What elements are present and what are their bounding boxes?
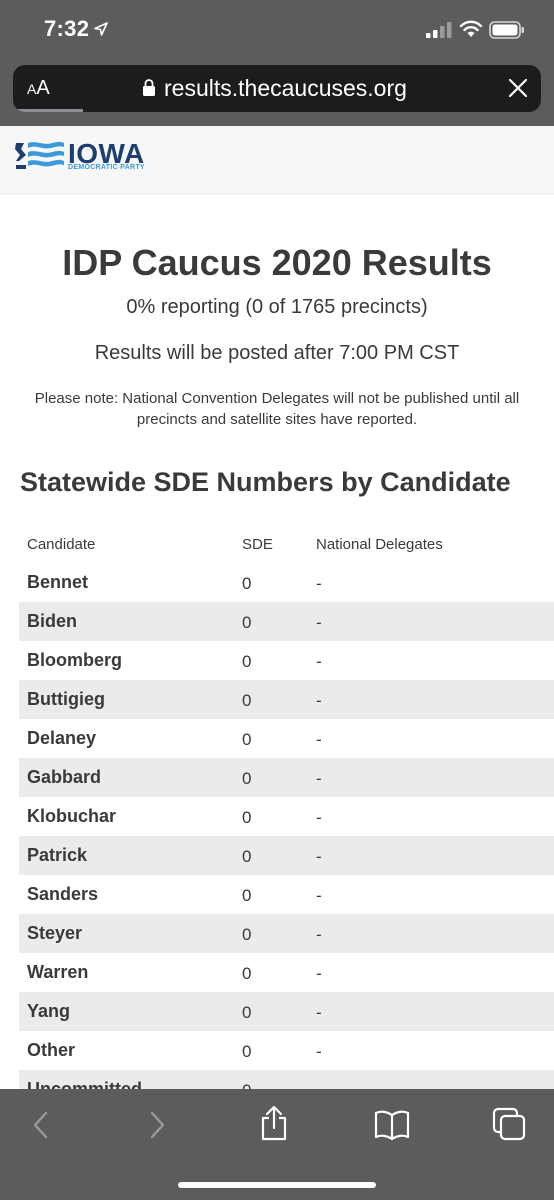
iowa-state-logo-icon[interactable] <box>14 139 64 178</box>
candidate-name: Gabbard <box>27 767 102 787</box>
cellular-signal-icon <box>426 22 452 43</box>
candidate-name: Klobuchar <box>27 806 117 826</box>
candidate-name: Buttigieg <box>27 689 105 709</box>
sde-value: 0 <box>242 1003 252 1022</box>
national-delegates-value: - <box>316 613 322 632</box>
status-time: 7:32 <box>44 16 90 41</box>
table-row: Yang 0 - <box>19 992 554 1031</box>
candidate-name: Sanders <box>27 884 99 904</box>
home-indicator[interactable] <box>178 1182 376 1188</box>
close-icon[interactable] <box>507 77 529 104</box>
sde-value: 0 <box>242 964 252 983</box>
header-candidate: Candidate <box>27 536 96 553</box>
sde-value: 0 <box>242 1042 252 1061</box>
candidate-name: Bennet <box>27 572 89 592</box>
share-icon[interactable] <box>259 1105 289 1146</box>
candidate-name: Steyer <box>27 923 83 943</box>
sde-value: 0 <box>242 808 252 827</box>
table-row: Buttigieg 0 - <box>19 680 554 719</box>
table-row: Bennet 0 - <box>19 563 554 602</box>
table-row: Klobuchar 0 - <box>19 797 554 836</box>
table-row: Delaney 0 - <box>19 719 554 758</box>
sde-value: 0 <box>242 847 252 866</box>
wifi-icon <box>459 20 483 43</box>
table-row: Warren 0 - <box>19 953 554 992</box>
candidate-name: Delaney <box>27 728 97 748</box>
header-sde: SDE <box>242 536 273 553</box>
url-text[interactable]: results.thecaucuses.org <box>164 75 407 102</box>
sde-value: 0 <box>242 652 252 671</box>
national-delegates-value: - <box>316 691 322 710</box>
table-row: Patrick 0 - <box>19 836 554 875</box>
national-delegates-value: - <box>316 574 322 593</box>
status-bar: 7:32 <box>0 0 554 62</box>
results-posted-notice: Results will be posted after 7:00 PM CST <box>94 342 460 364</box>
table-row: Gabbard 0 - <box>19 758 554 797</box>
national-delegates-value: - <box>316 1003 322 1022</box>
candidate-name: Yang <box>27 1001 71 1021</box>
sde-value: 0 <box>242 925 252 944</box>
section-title: Statewide SDE Numbers by Candidate <box>20 467 511 497</box>
location-arrow-icon <box>94 22 108 41</box>
page-title: IDP Caucus 2020 Results <box>62 242 492 283</box>
candidate-name: Warren <box>27 962 89 982</box>
table-header-row: Candidate SDE National Delegates <box>19 526 554 563</box>
national-delegates-value: - <box>316 769 322 788</box>
national-delegates-value: - <box>316 925 322 944</box>
candidate-name: Biden <box>27 611 78 631</box>
results-table: Candidate SDE National Delegates Bennet 0… <box>19 526 554 1109</box>
candidate-name: Bloomberg <box>27 650 123 670</box>
back-icon[interactable] <box>30 1109 52 1146</box>
logo-subtitle: DEMOCRATIC PARTY <box>68 164 145 171</box>
national-delegates-value: - <box>316 886 322 905</box>
reporting-status: 0% reporting (0 of 1765 precincts) <box>126 296 428 318</box>
browser-chrome-top: 7:32 AA results.thecaucuses.org <box>0 0 554 126</box>
table-row: Other 0 - <box>19 1031 554 1070</box>
table-body: Bennet 0- Biden 0- Bloomberg 0- Buttigieg 0- Del… <box>19 563 554 1109</box>
national-delegates-value: - <box>316 964 322 983</box>
national-delegates-value: - <box>316 1042 322 1061</box>
sde-value: 0 <box>242 886 252 905</box>
header-national-delegates: National Delegates <box>316 536 443 553</box>
national-delegates-value: - <box>316 847 322 866</box>
national-delegates-value: - <box>316 730 322 749</box>
table-row: Bloomberg 0 - <box>19 641 554 680</box>
sde-value: 0 <box>242 769 252 788</box>
address-bar[interactable]: AA results.thecaucuses.org <box>13 65 541 112</box>
candidate-name: Patrick <box>27 845 88 865</box>
text-size-button[interactable]: AA <box>27 77 50 100</box>
sde-value: 0 <box>242 574 252 593</box>
sde-value: 0 <box>242 691 252 710</box>
lock-icon <box>142 78 156 102</box>
battery-icon <box>489 21 525 44</box>
tabs-icon[interactable] <box>492 1107 526 1146</box>
table-row: Steyer 0 - <box>19 914 554 953</box>
page-load-progress <box>13 109 83 112</box>
delegates-note: Please note: National Convention Delegat… <box>34 390 520 428</box>
national-delegates-value: - <box>316 652 322 671</box>
bookmarks-icon[interactable] <box>374 1109 410 1146</box>
national-delegates-value: - <box>316 808 322 827</box>
sde-value: 0 <box>242 730 252 749</box>
table-row: Sanders 0 - <box>19 875 554 914</box>
table-row: Biden 0 - <box>19 602 554 641</box>
forward-icon[interactable] <box>146 1109 168 1146</box>
sde-value: 0 <box>242 613 252 632</box>
candidate-name: Other <box>27 1040 76 1060</box>
